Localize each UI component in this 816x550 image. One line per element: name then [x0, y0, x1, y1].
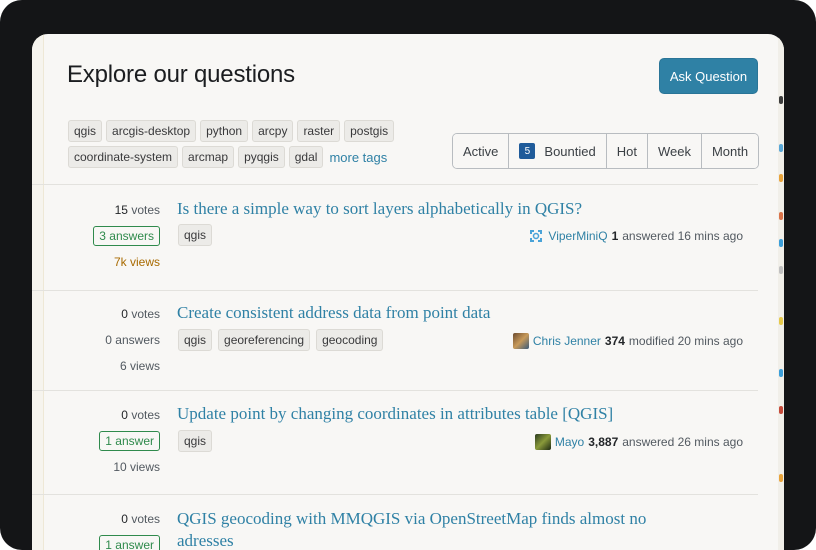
filter-week[interactable]: Week [647, 134, 702, 168]
filter-bountied[interactable]: 5 Bountied [509, 134, 607, 168]
question-stats: 0 votes 0 answers 6 views [32, 301, 160, 379]
question-title-link[interactable]: Is there a simple way to sort layers alp… [177, 198, 697, 220]
right-sidebar-edge [778, 34, 784, 550]
answer-count: 0 answers [105, 333, 160, 347]
user-link[interactable]: Mayo [555, 435, 584, 449]
device-frame: Explore our questions Ask Question qgis … [0, 0, 816, 550]
divider [32, 494, 758, 495]
question-activity: modified 20 mins ago [628, 334, 743, 348]
tag-pyqgis[interactable]: pyqgis [238, 146, 285, 168]
user-link[interactable]: ViperMiniQ [548, 229, 607, 243]
question-stats: 0 votes 1 answer 10 views [32, 402, 160, 480]
tag-qgis[interactable]: qgis [68, 120, 103, 142]
question-tag[interactable]: georeferencing [218, 329, 311, 351]
question-meta: Mayo 3,887 answered 26 mins ago [534, 434, 743, 450]
question-title-link[interactable]: QGIS geocoding with MMQGIS via OpenStree… [177, 508, 697, 550]
tag-arcpy[interactable]: arcpy [252, 120, 294, 142]
question-title-line: adresses [177, 531, 234, 550]
more-tags-link[interactable]: more tags [329, 150, 387, 165]
answer-count: 1 answer [32, 428, 160, 454]
tag-arcmap[interactable]: arcmap [182, 146, 235, 168]
answer-count: 3 answers [32, 223, 160, 249]
question-tags: qgis [178, 224, 213, 246]
tag-postgis[interactable]: postgis [344, 120, 395, 142]
bounty-count-badge: 5 [519, 143, 536, 159]
popular-tags: qgis arcgis-desktop python arcpy raster … [68, 120, 408, 172]
filter-bountied-label: Bountied [544, 143, 596, 159]
tag-python[interactable]: python [200, 120, 249, 142]
filter-hot[interactable]: Hot [606, 134, 648, 168]
divider [32, 390, 758, 391]
question-title-line: QGIS geocoding with MMQGIS via OpenStree… [177, 509, 647, 528]
identicon-avatar-icon[interactable] [528, 228, 545, 244]
question-tag[interactable]: geocoding [316, 329, 384, 351]
user-reputation: 3,887 [588, 435, 619, 449]
tag-gdal[interactable]: gdal [288, 146, 324, 168]
question-meta: Chris Jenner 374 modified 20 mins ago [512, 333, 743, 349]
answer-count: 1 answer [32, 532, 160, 550]
question-tags: qgis georeferencing geocoding [178, 329, 384, 351]
vote-count: 15 votes [114, 203, 160, 217]
question-stats: 0 votes 1 answer [32, 506, 160, 550]
tag-raster[interactable]: raster [297, 120, 341, 142]
page-title: Explore our questions [67, 61, 295, 88]
question-title-link[interactable]: Create consistent address data from poin… [177, 302, 697, 324]
divider [32, 184, 758, 185]
user-reputation: 1 [611, 229, 619, 243]
question-filter-tabs: Active 5 Bountied Hot Week Month [452, 133, 760, 169]
question-tag[interactable]: qgis [178, 430, 213, 452]
question-title-link[interactable]: Update point by changing coordinates in … [177, 403, 697, 425]
question-activity: answered 16 mins ago [622, 229, 743, 243]
user-photo-icon[interactable] [512, 333, 529, 349]
question-stats: 15 votes 3 answers 7k views [32, 197, 160, 275]
vote-count: 0 votes [121, 512, 160, 526]
vote-count: 0 votes [121, 408, 160, 422]
ask-question-button[interactable]: Ask Question [659, 58, 758, 94]
user-photo-icon[interactable] [534, 434, 551, 450]
question-tag[interactable]: qgis [178, 329, 213, 351]
filter-month[interactable]: Month [701, 134, 759, 168]
view-count: 6 views [119, 359, 160, 373]
question-tags: qgis [178, 430, 213, 452]
user-link[interactable]: Chris Jenner [533, 334, 601, 348]
question-tag[interactable]: qgis [178, 224, 213, 246]
filter-active[interactable]: Active [453, 134, 510, 168]
tag-arcgis-desktop[interactable]: arcgis-desktop [106, 120, 197, 142]
view-count: 7k views [113, 255, 160, 269]
browser-viewport: Explore our questions Ask Question qgis … [32, 34, 784, 550]
tag-coordinate-system[interactable]: coordinate-system [68, 146, 179, 168]
vote-count: 0 votes [121, 307, 160, 321]
question-activity: answered 26 mins ago [622, 435, 743, 449]
user-reputation: 374 [604, 334, 625, 348]
view-count: 10 views [113, 460, 160, 474]
question-meta: ViperMiniQ 1 answered 16 mins ago [528, 228, 743, 244]
divider [32, 290, 758, 291]
